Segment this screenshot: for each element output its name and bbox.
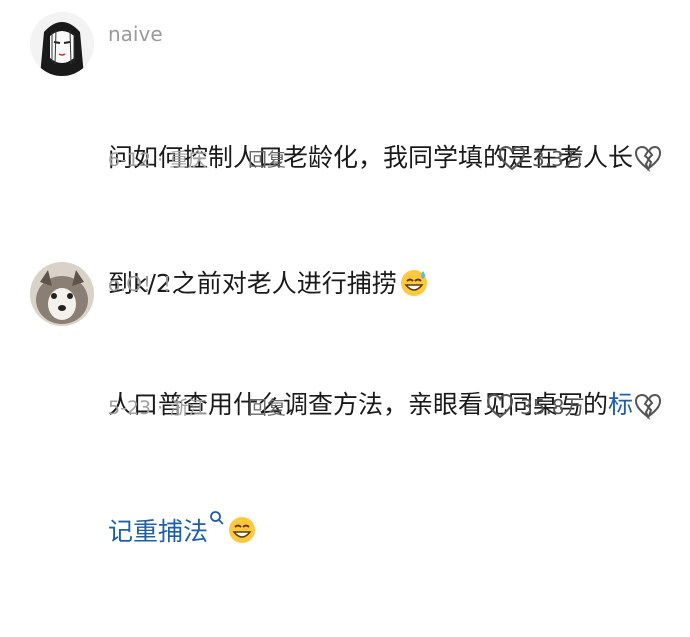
- search-icon[interactable]: [209, 510, 225, 526]
- reply-button[interactable]: 回复: [248, 393, 286, 420]
- dislike-broken-heart-icon[interactable]: [634, 392, 662, 420]
- avatar[interactable]: [30, 12, 94, 76]
- date-location: 5-23 · 浙江: [108, 397, 208, 419]
- username[interactable]: o.O！！: [108, 268, 182, 297]
- grin-emoji-icon: [229, 517, 256, 543]
- avatar[interactable]: [30, 262, 94, 326]
- like-count: 35.8万: [520, 395, 585, 419]
- comment-text-line: 记重捕法: [108, 510, 668, 553]
- like-button[interactable]: 3.3万: [498, 143, 584, 172]
- reply-button[interactable]: 回复: [248, 145, 286, 172]
- avatar-dog-photo-icon: [30, 262, 94, 326]
- date-location: 6-12 · 重庆: [108, 149, 208, 171]
- comment-text-line: 到k/2之前对老人进行捕捞: [108, 263, 668, 305]
- like-button[interactable]: 35.8万: [486, 391, 585, 420]
- heart-icon: [498, 145, 526, 170]
- sweat-smile-emoji-icon: [400, 270, 427, 296]
- username[interactable]: naive: [108, 22, 163, 46]
- comment-text: 人口普查用什么调查方法，亲眼看见同桌写的标 记重捕法: [108, 300, 668, 637]
- dislike-broken-heart-icon[interactable]: [634, 144, 662, 172]
- like-count: 3.3万: [532, 147, 584, 171]
- heart-icon: [486, 393, 514, 418]
- avatar-illustration-icon: [30, 12, 94, 76]
- search-link[interactable]: 标: [608, 390, 633, 419]
- search-link[interactable]: 记重捕法: [108, 517, 208, 546]
